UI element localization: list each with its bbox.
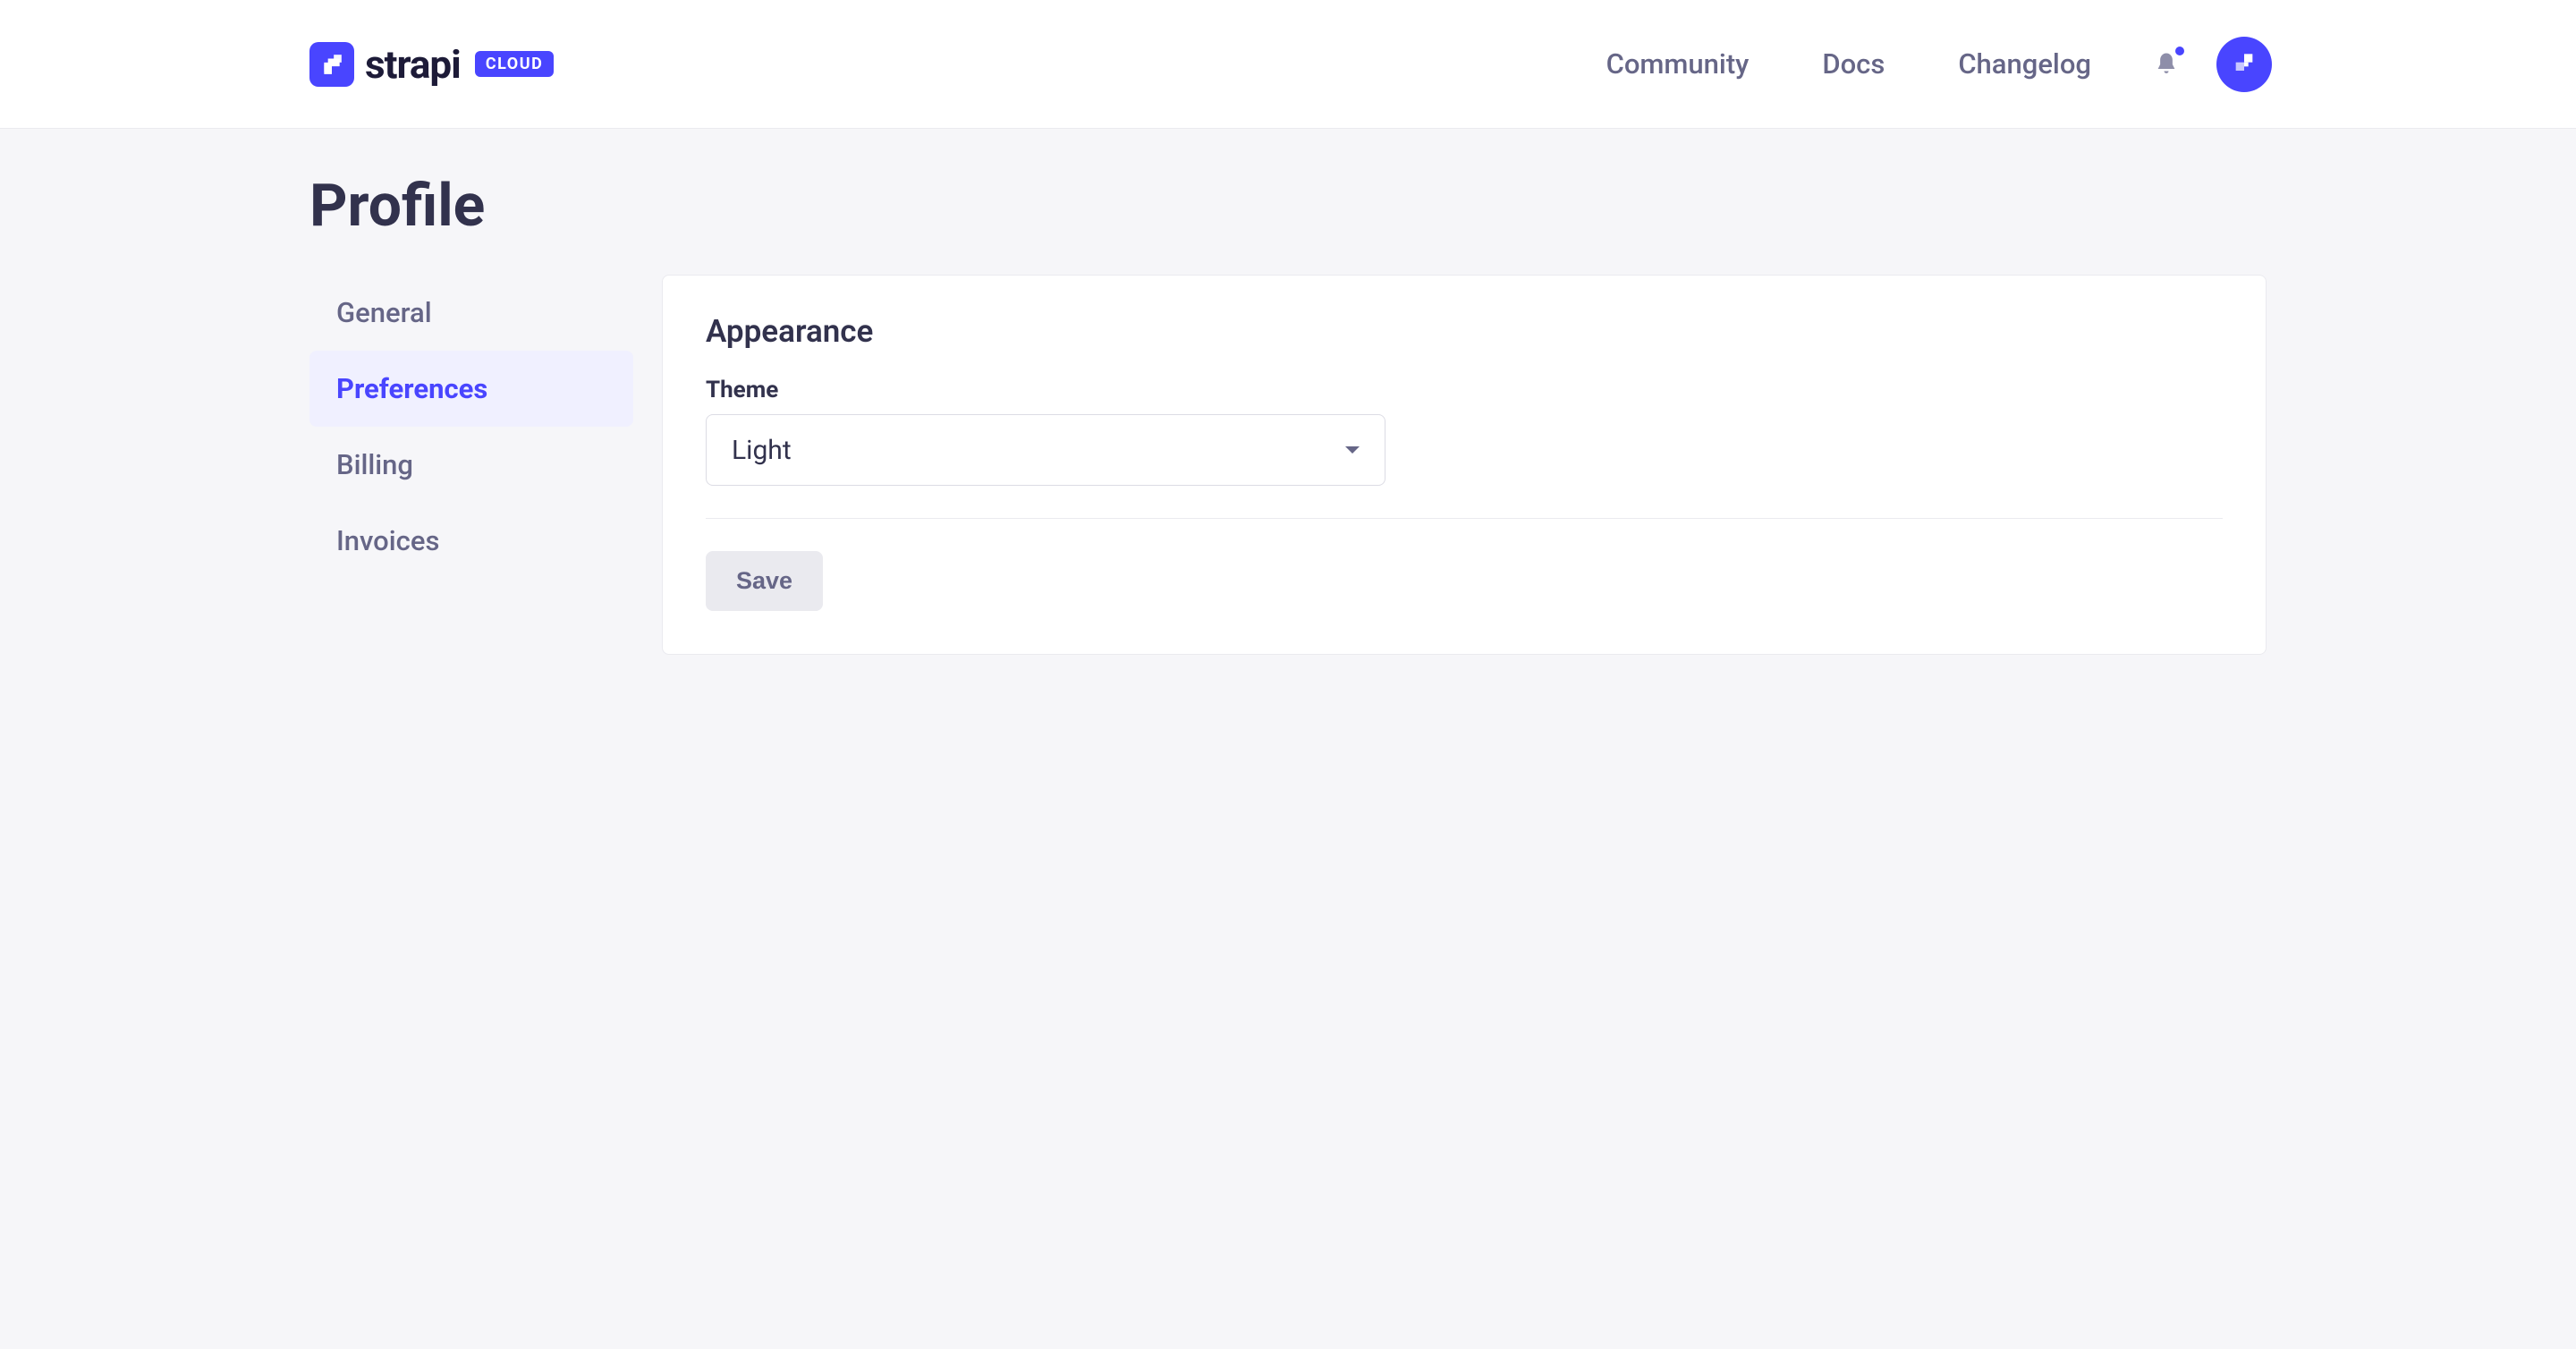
sidebar-item-label: Preferences (336, 372, 487, 405)
sidebar-item-general[interactable]: General (309, 275, 633, 351)
settings-sidebar: General Preferences Billing Invoices (309, 275, 633, 579)
sidebar-item-invoices[interactable]: Invoices (309, 503, 633, 579)
header-actions (2150, 37, 2272, 92)
sidebar-item-preferences[interactable]: Preferences (309, 351, 633, 427)
content-row: General Preferences Billing Invoices App… (309, 275, 2267, 655)
avatar-logo-icon (2232, 52, 2257, 77)
sidebar-item-billing[interactable]: Billing (309, 427, 633, 503)
cloud-badge: CLOUD (475, 51, 554, 77)
logo-group[interactable]: strapi CLOUD (309, 41, 554, 88)
user-avatar[interactable] (2216, 37, 2272, 92)
nav-link-changelog[interactable]: Changelog (1958, 47, 2091, 81)
notification-dot-icon (2175, 47, 2184, 55)
main-container: Profile General Preferences Billing Invo… (0, 129, 2576, 655)
nav-link-community[interactable]: Community (1606, 47, 1750, 81)
preferences-card: Appearance Theme Light Save (662, 275, 2267, 655)
header-nav: Community Docs Changelog (1606, 37, 2272, 92)
caret-down-icon (1345, 446, 1360, 454)
sidebar-item-label: General (336, 296, 432, 329)
top-header: strapi CLOUD Community Docs Changelog (0, 0, 2576, 129)
theme-select[interactable]: Light (706, 414, 1385, 486)
card-heading: Appearance (706, 313, 2223, 350)
notifications-button[interactable] (2150, 48, 2182, 81)
section-divider (706, 518, 2223, 519)
save-button[interactable]: Save (706, 551, 823, 611)
sidebar-item-label: Invoices (336, 524, 439, 557)
theme-label: Theme (706, 377, 2223, 403)
logo-text: strapi (365, 41, 461, 88)
theme-select-wrap: Light (706, 414, 1385, 486)
theme-select-value: Light (732, 435, 792, 466)
logo-icon (309, 42, 354, 87)
sidebar-item-label: Billing (336, 448, 413, 481)
nav-link-docs[interactable]: Docs (1822, 47, 1885, 81)
page-title: Profile (309, 172, 2267, 241)
